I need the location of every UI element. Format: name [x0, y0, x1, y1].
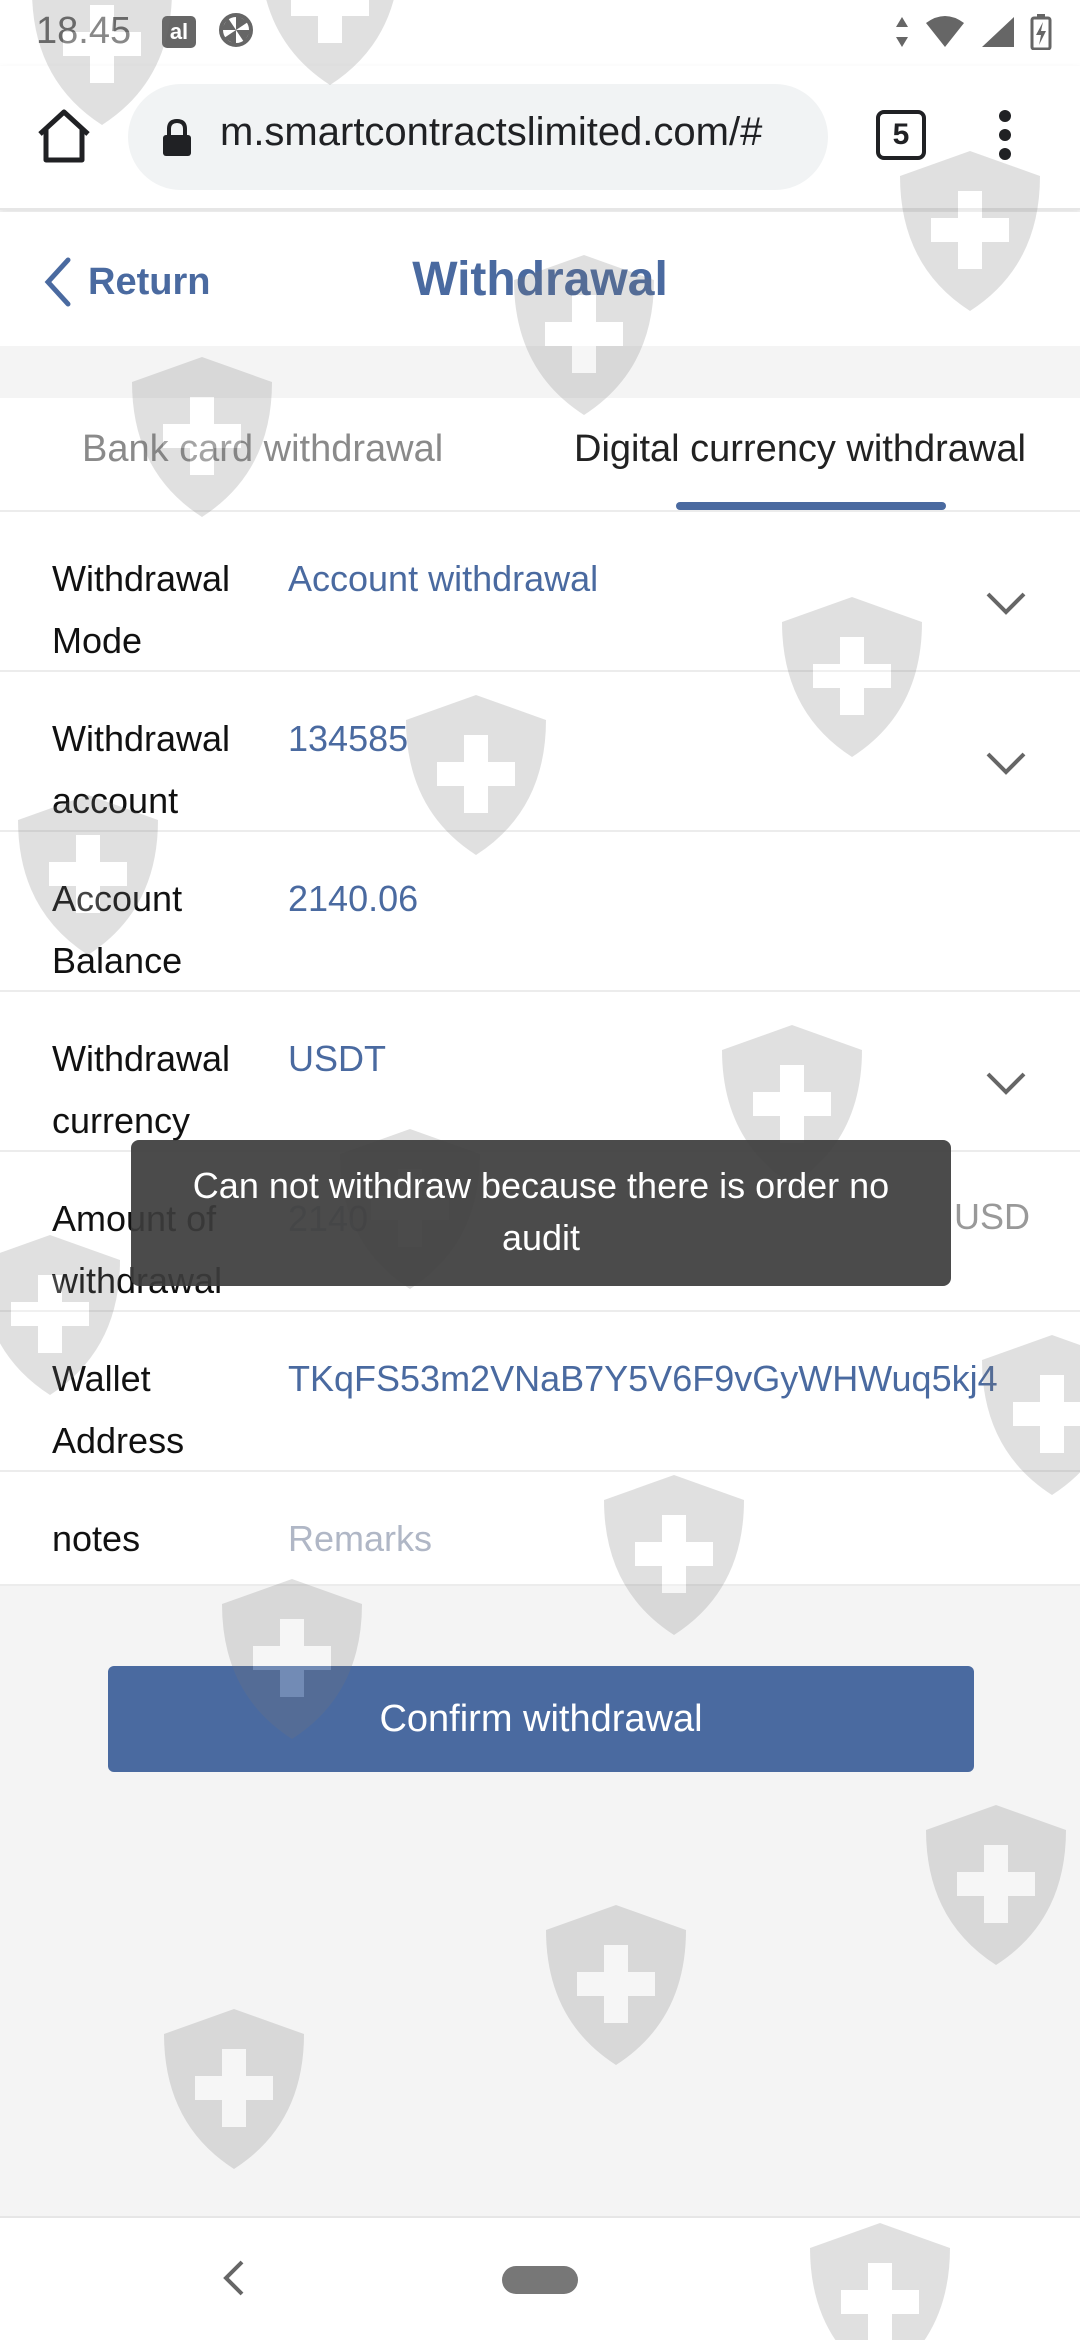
active-tab-indicator: [676, 502, 946, 510]
withdrawal-account-label: Withdrawal account: [52, 718, 231, 821]
shield-watermark-icon: [546, 1905, 686, 2065]
shield-watermark-icon: [164, 2009, 304, 2169]
amount-currency-suffix: USD: [953, 1196, 1030, 1237]
chevron-down-icon[interactable]: [984, 590, 1028, 618]
notification-app-icon: al: [162, 16, 196, 48]
cell-signal-icon: [982, 17, 1014, 47]
menu-dot-icon: [999, 129, 1011, 141]
error-toast: Can not withdraw because there is order …: [131, 1140, 951, 1286]
wallet-address-row: Wallet Address TKqFS53m2VNaB7Y5V6F9vGyWH…: [0, 1312, 1080, 1472]
browser-toolbar: m.smartcontractslimited.com/# 5: [0, 66, 1080, 210]
withdrawal-currency-select[interactable]: USDT: [288, 1028, 1028, 1090]
status-bar: 18.45 al: [0, 0, 1080, 66]
menu-dot-icon: [999, 110, 1011, 122]
browser-menu-button[interactable]: [990, 110, 1020, 170]
withdrawal-currency-label: Withdrawal currency: [52, 1038, 231, 1141]
back-icon[interactable]: [222, 2258, 246, 2298]
withdrawal-tabs: Bank card withdrawal Digital currency wi…: [0, 398, 1080, 512]
status-time: 18.45: [36, 10, 132, 52]
chevron-down-icon[interactable]: [984, 750, 1028, 778]
wifi-icon: [926, 16, 964, 47]
status-icons: [894, 12, 1052, 52]
account-balance-value: 2140.06: [288, 878, 419, 919]
withdrawal-mode-label: Withdrawal Mode: [52, 558, 231, 661]
home-pill-button[interactable]: [502, 2266, 578, 2294]
url-text: m.smartcontractslimited.com/#: [220, 110, 763, 154]
wallet-address-label: Wallet Address: [52, 1358, 185, 1461]
return-label: Return: [88, 260, 211, 303]
pinwheel-icon: [219, 13, 253, 47]
system-nav-bar: [0, 2216, 1080, 2340]
withdrawal-mode-select[interactable]: Account withdrawal: [288, 548, 1028, 610]
return-button[interactable]: Return: [40, 252, 210, 312]
app-header: Withdrawal Return: [0, 212, 1080, 346]
shield-watermark-icon: [926, 1805, 1066, 1965]
withdrawal-account-select[interactable]: 134585: [288, 708, 1028, 770]
chevron-left-icon: [44, 257, 71, 307]
account-balance-label: Account Balance: [52, 878, 183, 981]
address-bar[interactable]: m.smartcontractslimited.com/#: [128, 84, 828, 190]
confirm-withdrawal-button[interactable]: Confirm withdrawal: [108, 1666, 974, 1772]
withdrawal-currency-row[interactable]: Withdrawal currency USDT: [0, 992, 1080, 1152]
data-arrows-icon: [896, 17, 908, 47]
withdrawal-form: Withdrawal Mode Account withdrawal Withd…: [0, 512, 1080, 1586]
tab-digital-currency-withdrawal[interactable]: Digital currency withdrawal: [574, 428, 1026, 512]
withdrawal-account-row[interactable]: Withdrawal account 134585: [0, 672, 1080, 832]
home-icon[interactable]: [34, 106, 94, 166]
tab-bank-card-withdrawal[interactable]: Bank card withdrawal: [82, 428, 443, 512]
menu-dot-icon: [999, 148, 1011, 160]
shield-watermark-icon: [810, 2223, 950, 2340]
chevron-down-icon[interactable]: [984, 1070, 1028, 1098]
account-balance-row: Account Balance 2140.06: [0, 832, 1080, 992]
wallet-address-input[interactable]: TKqFS53m2VNaB7Y5V6F9vGyWHWuq5kj4: [288, 1348, 1028, 1410]
battery-icon: [1030, 14, 1052, 50]
notes-label: notes: [52, 1518, 141, 1559]
withdrawal-mode-row[interactable]: Withdrawal Mode Account withdrawal: [0, 512, 1080, 672]
tabs-count-button[interactable]: 5: [876, 110, 926, 160]
notes-row: notes Remarks: [0, 1472, 1080, 1586]
lock-icon: [163, 118, 191, 156]
notes-input[interactable]: Remarks: [288, 1508, 1028, 1570]
